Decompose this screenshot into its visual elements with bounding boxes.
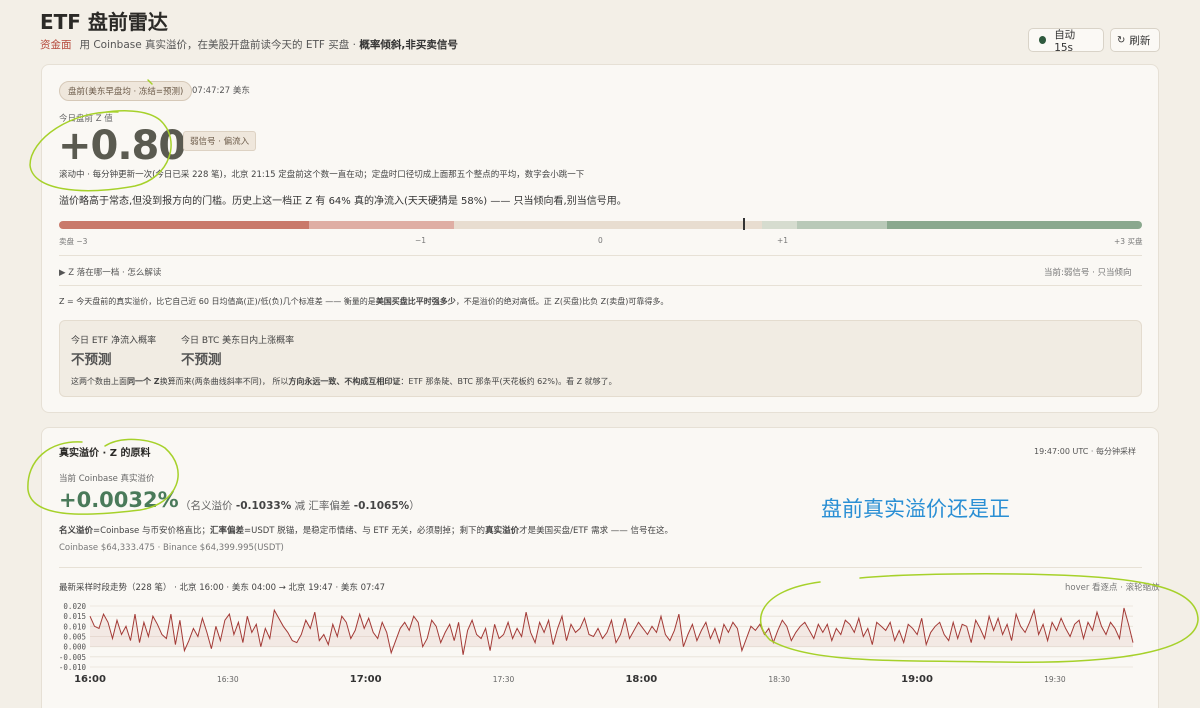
x-tick-label: 17:00 (350, 674, 382, 685)
premium-area (90, 608, 1133, 655)
y-tick-label: 0.015 (63, 612, 86, 621)
x-tick-label: 18:30 (768, 675, 790, 684)
y-axis: 0.0200.0150.010 0.0050.000-0.005-0.010 (59, 602, 87, 672)
y-tick-label: 0.005 (63, 633, 86, 642)
x-tick-label: 16:00 (74, 674, 106, 685)
x-tick-label: 19:00 (901, 674, 933, 685)
y-tick-label: 0.000 (63, 643, 86, 652)
y-tick-label: -0.010 (59, 663, 87, 672)
y-tick-label: -0.005 (59, 653, 86, 662)
x-tick-label: 17:30 (493, 675, 515, 684)
y-tick-label: 0.020 (63, 602, 86, 611)
handwritten-annotation: 盘前真实溢价还是正 (821, 497, 1010, 521)
y-tick-label: 0.010 (63, 622, 86, 631)
x-tick-label: 16:30 (217, 675, 239, 684)
premium-chart[interactable]: 0.0200.0150.010 0.0050.000-0.005-0.010 16… (0, 0, 1200, 708)
x-tick-label: 19:30 (1044, 675, 1066, 684)
x-tick-label: 18:00 (625, 674, 657, 685)
x-axis: 16:00 16:30 17:00 17:30 18:00 18:30 19:00 19:30 (74, 674, 1066, 685)
